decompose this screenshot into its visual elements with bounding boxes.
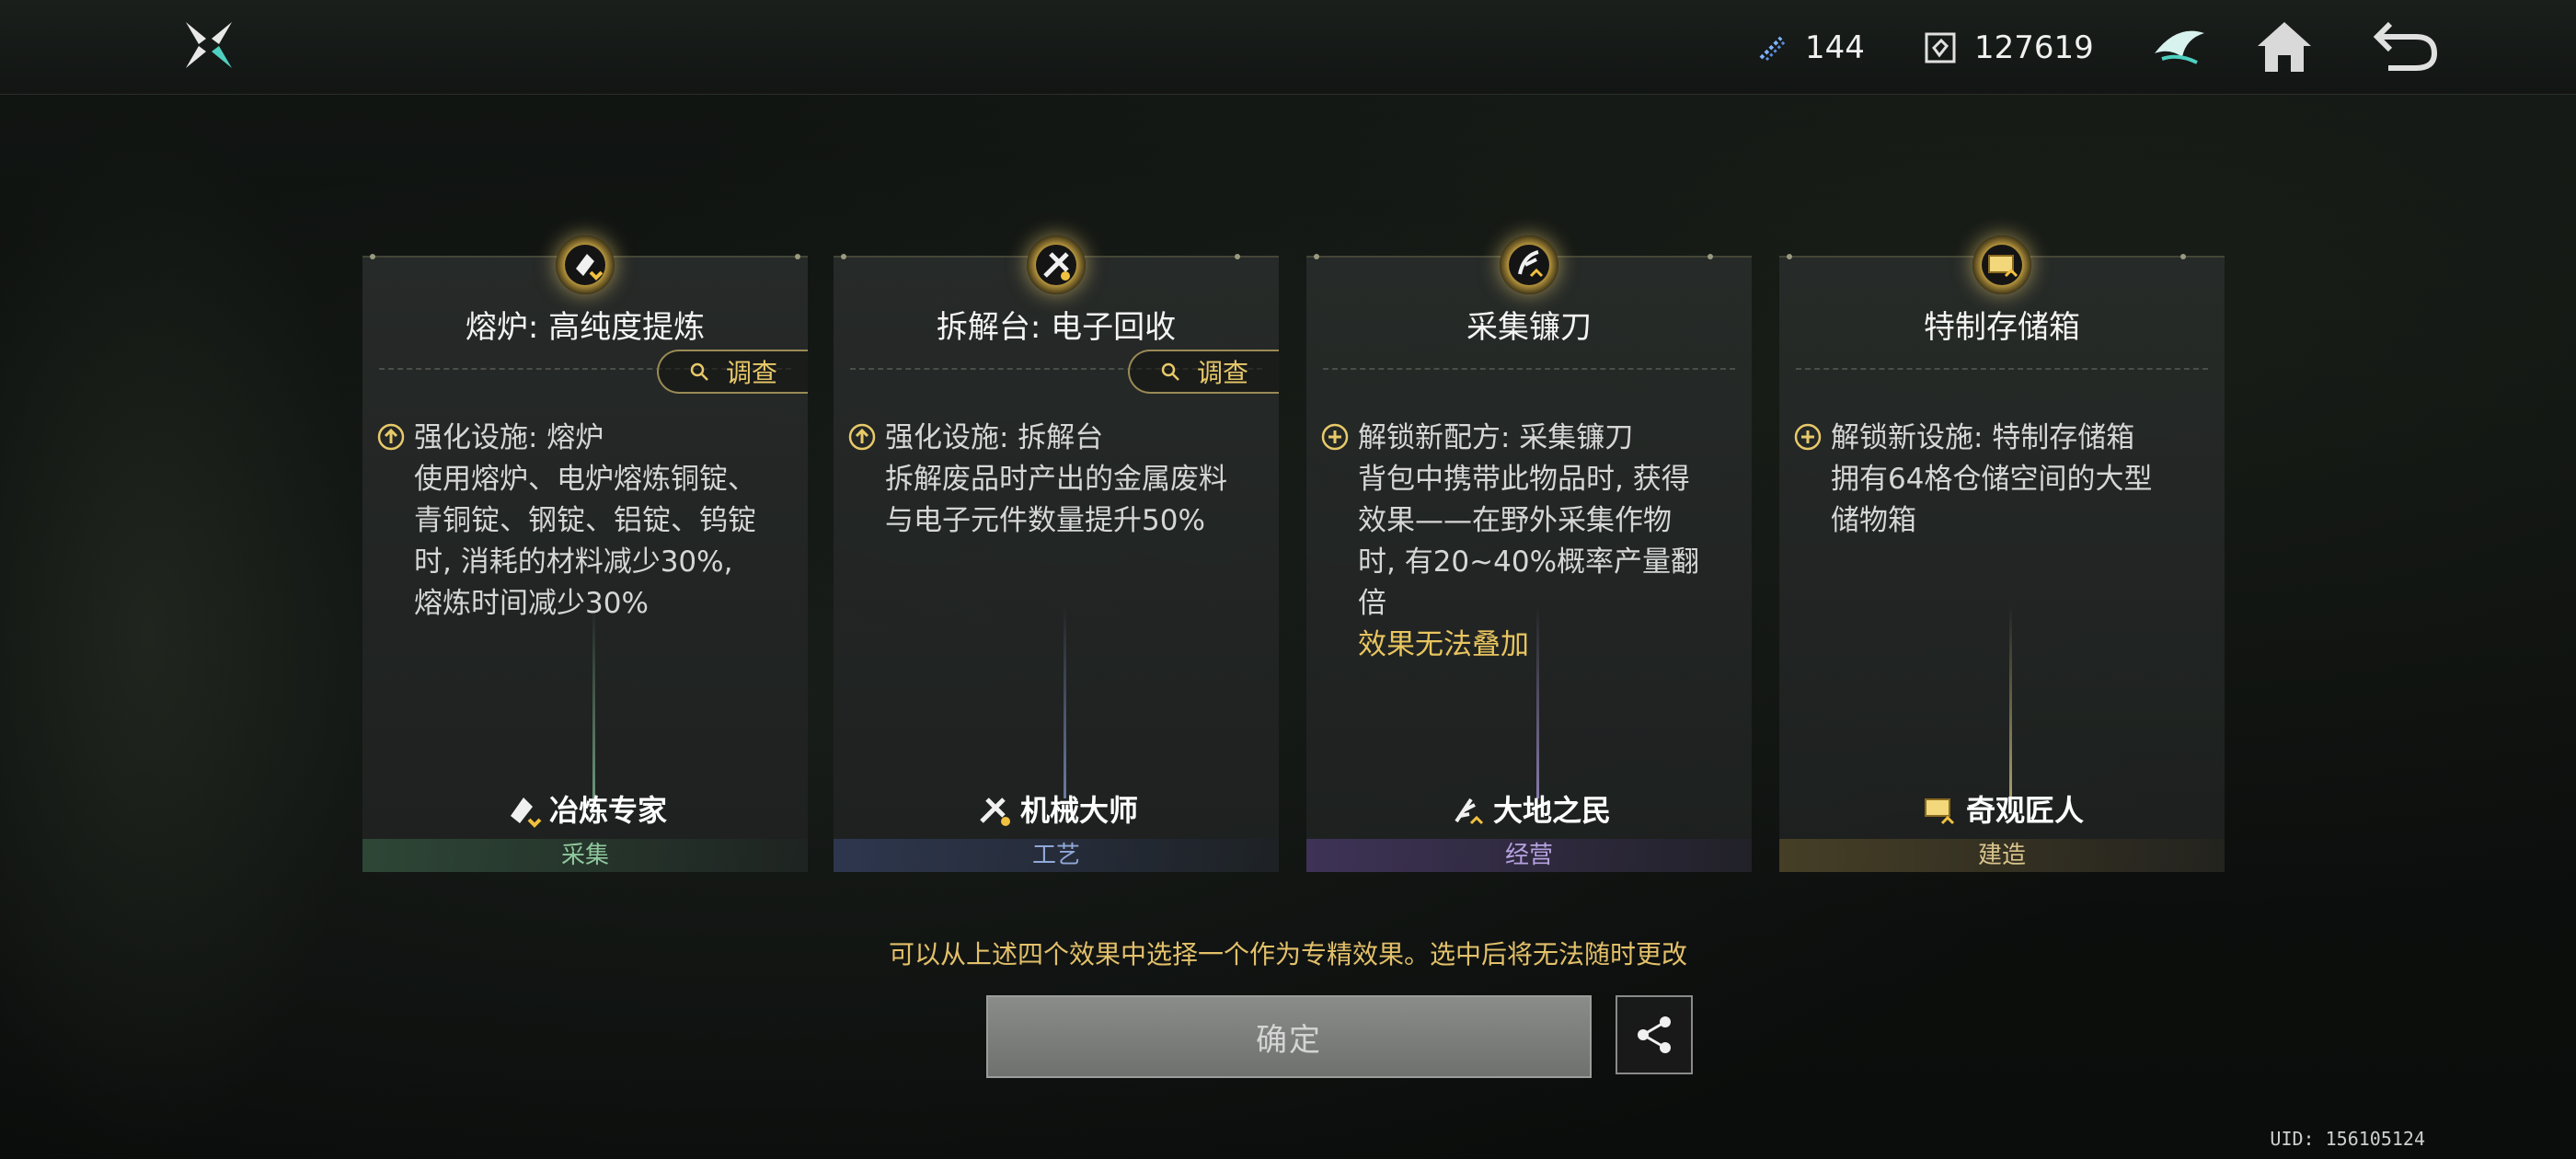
storage-badge-icon: [1972, 235, 2031, 294]
divider: [1323, 368, 1735, 370]
desc-line: 效果——在野外采集作物: [1358, 504, 1672, 537]
top-bar: 144 127619: [0, 0, 2576, 95]
home-icon[interactable]: [2254, 17, 2315, 77]
frame-dot: [795, 254, 800, 259]
specialist-name: 冶炼专家: [362, 787, 808, 830]
search-icon: [690, 362, 708, 381]
category-label: 采集: [362, 839, 808, 872]
specialist-label: 机械大师: [1019, 793, 1138, 828]
desc-line: 使用熔炉、电炉熔炼铜锭、: [414, 463, 756, 496]
frame-dot: [841, 254, 846, 259]
divider: [1796, 368, 2208, 370]
furnace-badge-icon: [556, 235, 615, 294]
wheat-icon: [1455, 798, 1484, 825]
desc-line: 解锁新设施: 特制存储箱: [1831, 421, 2135, 454]
frame-dot: [370, 254, 375, 259]
unlock-icon: [1794, 423, 1822, 451]
investigate-label: 调查: [725, 358, 777, 388]
resource-currency: 127619: [1923, 24, 2094, 72]
card-description: 解锁新设施: 特制存储箱 拥有64格仓储空间的大型 储物箱: [1831, 418, 2199, 542]
effect-note: 效果无法叠加: [1358, 628, 1529, 661]
effect-card-sickle[interactable]: 采集镰刀 解锁新配方: 采集镰刀 背包中携带此物品时, 获得 效果——在野外采集…: [1306, 235, 1752, 872]
effect-card-furnace[interactable]: 熔炉: 高纯度提炼 调查 强化设施: 熔炉 使用熔炉、电炉熔炼铜锭、 青铜锭、钢…: [362, 235, 808, 872]
sickle-badge-icon: [1500, 235, 1558, 294]
frame-dot: [1787, 254, 1792, 259]
share-button[interactable]: [1616, 995, 1693, 1074]
desc-line: 青铜锭、钢锭、铝锭、钨锭: [414, 504, 756, 537]
desc-line: 时, 有20~40%概率产量翻: [1358, 545, 1700, 579]
card-description: 强化设施: 熔炉 使用熔炉、电炉熔炼铜锭、 青铜锭、钢锭、铝锭、钨锭 时, 消耗…: [414, 418, 782, 625]
wrench-icon: [980, 798, 1010, 826]
light-beam: [1536, 605, 1539, 798]
frame-dot: [1314, 254, 1319, 259]
investigate-label: 调查: [1196, 358, 1248, 388]
investigate-button[interactable]: 调查: [657, 350, 808, 394]
investigate-button[interactable]: 调查: [1128, 350, 1279, 394]
desc-line: 拥有64格仓储空间的大型: [1831, 463, 2153, 496]
desc-line: 储物箱: [1831, 504, 1916, 537]
frame-dot: [1235, 254, 1240, 259]
specialist-label: 大地之民: [1492, 793, 1611, 828]
card-title: 熔炉: 高纯度提炼: [465, 309, 706, 346]
light-beam: [2009, 605, 2012, 798]
card-description: 解锁新配方: 采集镰刀 背包中携带此物品时, 获得 效果——在野外采集作物 时,…: [1358, 418, 1726, 666]
back-icon[interactable]: [2370, 17, 2440, 77]
specialist-name: 大地之民: [1306, 787, 1752, 830]
desc-line: 熔炼时间减少30%: [414, 587, 649, 620]
game-logo-icon[interactable]: [180, 17, 237, 74]
category-label: 工艺: [834, 839, 1279, 872]
specialist-name: 机械大师: [834, 787, 1279, 830]
currency-count: 127619: [1974, 29, 2094, 66]
search-icon: [1161, 362, 1179, 381]
share-icon: [1638, 1016, 1671, 1053]
card-title: 采集镰刀: [1466, 309, 1592, 346]
background-blur: [0, 110, 368, 1159]
specialist-label: 奇观匠人: [1965, 793, 2084, 828]
crystal-count: 144: [1805, 29, 1865, 66]
currency-icon: [1925, 32, 1956, 63]
desc-line: 解锁新配方: 采集镰刀: [1358, 421, 1634, 454]
card-title: 拆解台: 电子回收: [936, 309, 1177, 346]
smelter-icon: [510, 798, 542, 828]
desc-line: 强化设施: 熔炉: [414, 421, 604, 454]
specialist-label: 冶炼专家: [548, 793, 667, 828]
specialist-name: 奇观匠人: [1779, 787, 2225, 830]
frame-dot: [2180, 254, 2186, 259]
desc-line: 与电子元件数量提升50%: [885, 504, 1205, 537]
effect-card-storage[interactable]: 特制存储箱 解锁新设施: 特制存储箱 拥有64格仓储空间的大型 储物箱 奇观匠人…: [1779, 235, 2225, 872]
desc-line: 强化设施: 拆解台: [885, 421, 1104, 454]
crystal-icon: [1759, 36, 1787, 62]
desc-line: 背包中携带此物品时, 获得: [1358, 463, 1690, 496]
light-beam: [592, 605, 595, 798]
light-beam: [1064, 605, 1066, 798]
desc-line: 倍: [1358, 587, 1386, 620]
category-label: 经营: [1306, 839, 1752, 872]
desc-line: 时, 消耗的材料减少30%,: [414, 545, 733, 579]
card-title: 特制存储箱: [1924, 309, 2080, 346]
category-label: 建造: [1779, 839, 2225, 872]
upgrade-icon: [377, 423, 405, 451]
frame-dot: [1708, 254, 1713, 259]
disassembly-badge-icon: [1027, 235, 1086, 294]
emblem-icon[interactable]: [2149, 17, 2210, 77]
desc-line: 拆解废品时产出的金属废料: [885, 463, 1227, 496]
unlock-icon: [1321, 423, 1349, 451]
effect-card-disassembly[interactable]: 拆解台: 电子回收 调查 强化设施: 拆解台 拆解废品时产出的金属废料 与电子元…: [834, 235, 1279, 872]
resource-crystal: 144: [1754, 24, 1865, 72]
upgrade-icon: [848, 423, 876, 451]
card-description: 强化设施: 拆解台 拆解废品时产出的金属废料 与电子元件数量提升50%: [885, 418, 1253, 542]
user-id: UID: 156105124: [2270, 1128, 2425, 1150]
selection-hint: 可以从上述四个效果中选择一个作为专精效果。选中后将无法随时更改: [888, 939, 1687, 970]
confirm-button[interactable]: 确定: [986, 995, 1592, 1078]
crate-icon: [1924, 798, 1955, 825]
